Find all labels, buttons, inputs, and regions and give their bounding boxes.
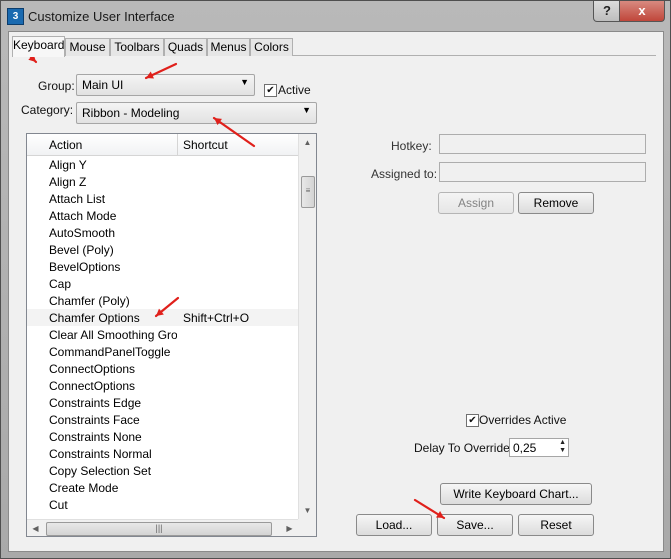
list-rows: Align Y Align Z Attach List Attach Mode … — [27, 156, 298, 513]
action-name: Clear All Smoothing Gro... — [49, 328, 177, 342]
list-item[interactable]: Constraints Normal — [27, 445, 298, 462]
column-header-shortcut[interactable]: Shortcut — [183, 138, 228, 152]
list-item[interactable]: CommandPanelToggle — [27, 343, 298, 360]
save-button[interactable]: Save... — [437, 514, 513, 536]
list-item[interactable]: Bevel (Poly) — [27, 241, 298, 258]
list-item[interactable]: Chamfer (Poly) — [27, 292, 298, 309]
list-item[interactable]: ConnectOptions — [27, 360, 298, 377]
close-button[interactable]: x — [619, 1, 665, 22]
action-name: Create Mode — [49, 481, 119, 495]
help-button[interactable]: ? — [593, 1, 621, 22]
scroll-left-icon[interactable]: ◀ — [27, 520, 44, 536]
group-dropdown[interactable]: Main UI ▼ — [76, 74, 255, 96]
action-name: Copy Selection Set — [49, 464, 152, 478]
window-title: Customize User Interface — [28, 9, 175, 24]
action-name: Align Y — [49, 158, 87, 172]
column-separator[interactable] — [177, 134, 178, 155]
tab-menus[interactable]: Menus — [207, 38, 250, 56]
spinner-arrows-icon[interactable]: ▲ ▼ — [559, 439, 566, 455]
tab-mouse[interactable]: Mouse — [65, 38, 110, 56]
action-name: AutoSmooth — [49, 226, 116, 240]
list-item[interactable]: Constraints Face — [27, 411, 298, 428]
scroll-right-icon[interactable]: ▶ — [281, 520, 298, 536]
category-value: Ribbon - Modeling — [82, 106, 180, 120]
title-bar[interactable]: 3 Customize User Interface ? x — [1, 1, 670, 31]
action-name: Chamfer (Poly) — [49, 294, 130, 308]
scroll-up-icon[interactable]: ▲ — [299, 134, 316, 151]
list-item[interactable]: Constraints Edge — [27, 394, 298, 411]
list-item[interactable]: Constraints None — [27, 428, 298, 445]
tab-quads[interactable]: Quads — [164, 38, 207, 56]
app-icon: 3 — [7, 8, 24, 25]
list-item[interactable]: BevelOptions — [27, 258, 298, 275]
category-dropdown[interactable]: Ribbon - Modeling ▼ — [76, 102, 317, 124]
tab-keyboard[interactable]: Keyboard — [12, 36, 65, 57]
list-item[interactable]: Copy Selection Set — [27, 462, 298, 479]
action-name: Cut — [49, 498, 68, 512]
delay-to-override-label: Delay To Override: — [414, 441, 514, 455]
assigned-to-field[interactable] — [439, 162, 646, 182]
remove-button[interactable]: Remove — [518, 192, 594, 214]
group-value: Main UI — [82, 78, 124, 92]
list-item[interactable]: Attach Mode — [27, 207, 298, 224]
column-header-action[interactable]: Action — [49, 138, 82, 152]
list-item[interactable]: Cap — [27, 275, 298, 292]
delay-value: 0,25 — [513, 441, 537, 455]
list-item[interactable]: ConnectOptions — [27, 377, 298, 394]
action-shortcut: Shift+Ctrl+O — [183, 311, 250, 325]
list-item[interactable]: Align Z — [27, 173, 298, 190]
list-header: Action Shortcut — [27, 134, 298, 156]
action-name: Constraints None — [49, 430, 142, 444]
action-name: Constraints Normal — [49, 447, 152, 461]
tab-toolbars[interactable]: Toolbars — [110, 38, 164, 56]
chevron-down-icon: ▼ — [240, 77, 249, 87]
dialog-client: Keyboard Mouse Toolbars Quads Menus Colo… — [8, 31, 664, 552]
active-checkbox[interactable]: ✔ — [264, 84, 277, 97]
tab-colors[interactable]: Colors — [250, 38, 293, 56]
list-item[interactable]: Cut — [27, 496, 298, 513]
action-name: Align Z — [49, 175, 87, 189]
load-button[interactable]: Load... — [356, 514, 432, 536]
hotkey-label: Hotkey: — [391, 139, 432, 153]
action-name: CommandPanelToggle — [49, 345, 171, 359]
assigned-to-label: Assigned to: — [371, 167, 438, 181]
action-name: BevelOptions — [49, 260, 121, 274]
action-name: Attach List — [49, 192, 106, 206]
list-item[interactable]: Create Mode — [27, 479, 298, 496]
list-item-selected[interactable]: Chamfer Options Shift+Ctrl+O — [27, 309, 298, 326]
horizontal-scrollbar[interactable]: ◀ ||| ▶ — [27, 519, 298, 536]
action-name: Cap — [49, 277, 72, 291]
hotkey-field[interactable] — [439, 134, 646, 154]
customize-ui-window: 3 Customize User Interface ? x Keyboard … — [0, 0, 671, 559]
overrides-active-label: Overrides Active — [479, 413, 567, 427]
write-keyboard-chart-button[interactable]: Write Keyboard Chart... — [440, 483, 592, 505]
action-name: Bevel (Poly) — [49, 243, 114, 257]
action-name: Constraints Face — [49, 413, 140, 427]
delay-to-override-spinner[interactable]: 0,25 ▲ ▼ — [509, 438, 569, 457]
active-label: Active — [278, 83, 311, 97]
vertical-scrollbar[interactable]: ▲ ≡ ▼ — [298, 134, 316, 519]
action-name: ConnectOptions — [49, 379, 136, 393]
list-item[interactable]: Align Y — [27, 156, 298, 173]
reset-button[interactable]: Reset — [518, 514, 594, 536]
action-name: Attach Mode — [49, 209, 117, 223]
category-label: Category: — [21, 103, 74, 117]
list-item[interactable]: Attach List — [27, 190, 298, 207]
horizontal-scroll-thumb[interactable]: ||| — [46, 522, 272, 536]
chevron-down-icon: ▼ — [302, 105, 311, 115]
action-name: Constraints Edge — [49, 396, 142, 410]
scrollbar-corner — [298, 519, 316, 536]
action-name: Chamfer Options — [49, 311, 140, 325]
assign-button[interactable]: Assign — [438, 192, 514, 214]
vertical-scroll-thumb[interactable]: ≡ — [301, 176, 315, 208]
action-list[interactable]: Action Shortcut Align Y Align Z Attach L… — [26, 133, 317, 537]
group-label: Group: — [38, 79, 75, 93]
list-item[interactable]: AutoSmooth — [27, 224, 298, 241]
action-name: ConnectOptions — [49, 362, 136, 376]
scroll-down-icon[interactable]: ▼ — [299, 502, 316, 519]
list-item[interactable]: Clear All Smoothing Gro... — [27, 326, 298, 343]
overrides-active-checkbox[interactable]: ✔ — [466, 414, 479, 427]
